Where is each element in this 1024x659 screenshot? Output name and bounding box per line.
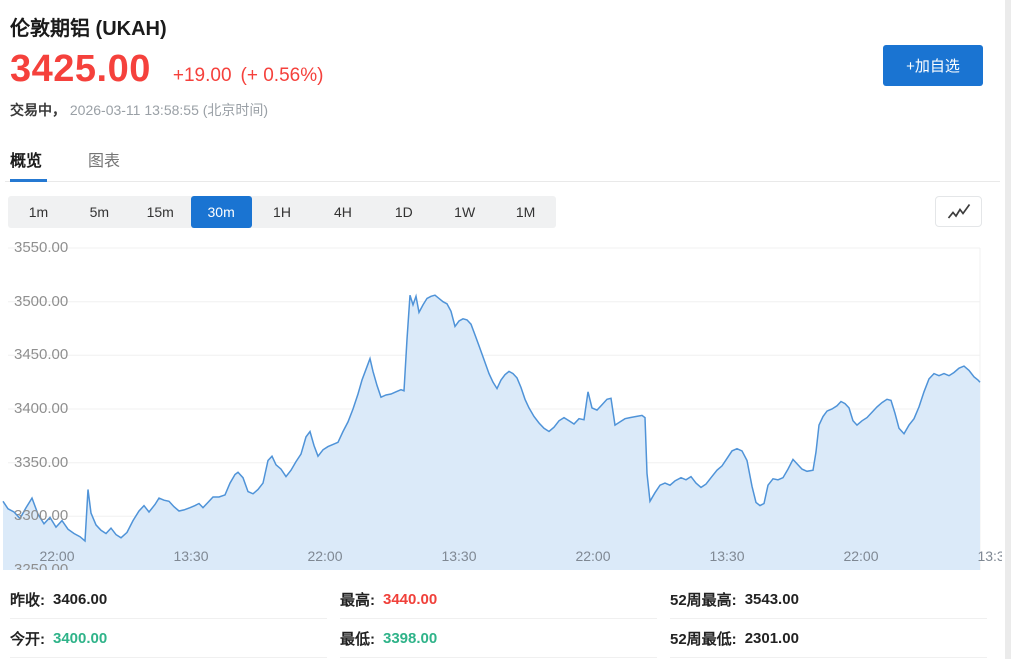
- timeframe-button-4h[interactable]: 4H: [312, 196, 373, 228]
- page-title: 伦敦期铝 (UKAH): [10, 12, 167, 41]
- quote-timestamp: 2026-03-11 13:58:55: [70, 102, 199, 118]
- area-fill: [3, 295, 980, 570]
- quote-page: { "header": { "title": "伦敦期铝 (UKAH)", "p…: [0, 0, 1024, 659]
- price-change: +19.00 (+ 0.56%): [173, 65, 324, 87]
- timeframe-button-5m[interactable]: 5m: [69, 196, 130, 228]
- timeframe-bar: 1m 5m 15m 30m 1H 4H 1D 1W 1M: [8, 196, 556, 228]
- last-price: 3425.00: [10, 50, 151, 88]
- price-chart-canvas[interactable]: [0, 236, 1002, 570]
- stat-52w-low: 52周最低: 2301.00: [670, 619, 987, 658]
- timeframe-button-15m[interactable]: 15m: [130, 196, 191, 228]
- x-axis-label: 22:00: [561, 548, 625, 564]
- stat-open: 今开: 3400.00: [10, 619, 327, 658]
- stats-column-1: 昨收: 3406.00 今开: 3400.00: [10, 580, 327, 658]
- add-watchlist-button[interactable]: +加自选: [883, 45, 983, 86]
- y-axis-label: 3350.00: [14, 454, 68, 471]
- price-row: 3425.00 +19.00 (+ 0.56%): [10, 50, 323, 88]
- price-chart[interactable]: 3550.00 3500.00 3450.00 3400.00 3350.00 3300.…: [0, 236, 1002, 570]
- x-axis-label: 22:00: [293, 548, 357, 564]
- y-axis-label: 3450.00: [14, 346, 68, 363]
- price-change-pct: (+ 0.56%): [241, 65, 324, 87]
- active-tab-underline: [10, 179, 47, 182]
- timezone-note: (北京时间): [203, 102, 268, 118]
- timeframe-button-1w[interactable]: 1W: [434, 196, 495, 228]
- stats-column-3: 52周最高: 3543.00 52周最低: 2301.00: [670, 580, 987, 658]
- trading-status-label: 交易中，: [10, 102, 66, 118]
- x-axis-label: 13:30: [427, 548, 491, 564]
- timeframe-button-1m-month[interactable]: 1M: [495, 196, 556, 228]
- stat-high: 最高: 3440.00: [340, 580, 657, 619]
- x-axis-label: 13:30: [963, 548, 1002, 564]
- x-axis-label: 22:00: [25, 548, 89, 564]
- chart-type-button[interactable]: [935, 196, 982, 227]
- timeframe-button-1h[interactable]: 1H: [252, 196, 313, 228]
- tab-divider: [5, 181, 1000, 182]
- y-axis-label: 3400.00: [14, 400, 68, 417]
- tab-overview[interactable]: 概览: [10, 147, 42, 171]
- line-chart-icon: [947, 203, 971, 221]
- stat-prev-close: 昨收: 3406.00: [10, 580, 327, 619]
- price-change-abs: +19.00: [173, 65, 232, 87]
- y-axis-label: 3550.00: [14, 239, 68, 256]
- tab-bar: 概览 图表: [10, 147, 120, 171]
- page-scrollbar[interactable]: [1005, 0, 1011, 659]
- y-axis-label: 3300.00: [14, 507, 68, 524]
- x-axis-label: 13:30: [159, 548, 223, 564]
- y-axis-label: 3500.00: [14, 293, 68, 310]
- x-axis-label: 13:30: [695, 548, 759, 564]
- stat-52w-high: 52周最高: 3543.00: [670, 580, 987, 619]
- tab-chart[interactable]: 图表: [88, 147, 120, 171]
- stat-low: 最低: 3398.00: [340, 619, 657, 658]
- stats-column-2: 最高: 3440.00 最低: 3398.00: [340, 580, 657, 658]
- timeframe-button-1d[interactable]: 1D: [373, 196, 434, 228]
- timeframe-button-1m[interactable]: 1m: [8, 196, 69, 228]
- timeframe-button-30m[interactable]: 30m: [191, 196, 252, 228]
- x-axis-label: 22:00: [829, 548, 893, 564]
- market-status: 交易中， 2026-03-11 13:58:55 (北京时间): [10, 100, 268, 120]
